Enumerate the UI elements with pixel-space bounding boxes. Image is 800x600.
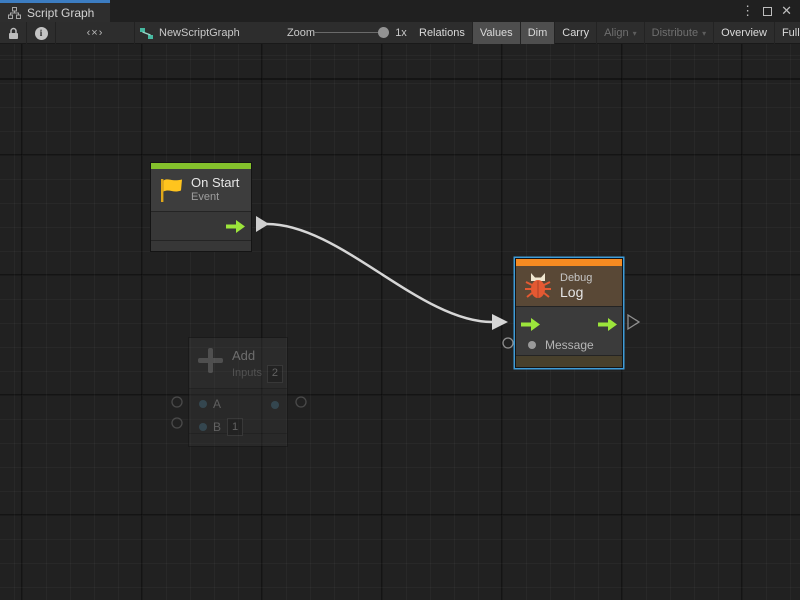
connection-start-arrow[interactable] [256,216,269,232]
window-menu-icon[interactable]: ⋮ [739,0,756,22]
inputs-count-field[interactable]: 2 [267,365,283,383]
connection-layer [0,44,800,600]
code-preview-button[interactable]: ‹×› [56,22,135,44]
align-dropdown[interactable]: Align ▾ [597,22,644,44]
carry-button[interactable]: Carry [555,22,597,44]
node-title: Log [560,284,592,300]
add-node[interactable]: Add Inputs 2 A B [188,337,288,447]
relations-button[interactable]: Relations [412,22,473,44]
lock-icon [8,27,19,40]
title-bar: Script Graph ⋮ ✕ [0,0,800,22]
toolbar-toggle-group: Relations Values Dim Carry Align ▾ Distr… [412,22,800,44]
port-b-dot[interactable] [199,423,207,431]
node-footer [151,240,251,251]
graph-name-breadcrumb[interactable]: NewScriptGraph [140,22,270,44]
close-icon[interactable]: ✕ [779,0,794,22]
chevron-down-icon: ▾ [633,29,637,38]
message-port-label: Message [545,338,594,352]
node-title: Add [232,347,283,365]
debug-log-node[interactable]: Debug Log Message [515,258,623,368]
graph-name-label: NewScriptGraph [159,27,240,39]
node-footer [516,355,622,367]
add-output-port[interactable] [296,397,306,407]
chevron-down-icon: ▾ [702,29,706,38]
script-graph-window: Script Graph ⋮ ✕ i ‹×› [0,0,800,600]
hierarchy-icon [8,7,21,19]
info-icon: i [35,27,48,40]
zoom-slider-track[interactable] [314,32,380,33]
flag-icon [159,177,183,204]
flow-output-arrow-icon[interactable] [598,318,617,331]
tab-title: Script Graph [27,6,94,20]
overview-button[interactable]: Overview [714,22,775,44]
bug-icon [524,273,552,299]
output-port-dot[interactable] [271,401,279,409]
node-title: On Start [191,176,239,191]
connection-end-arrow [492,314,508,330]
flow-connection-wire[interactable] [267,224,492,322]
maximize-icon[interactable] [763,7,772,16]
debug-message-input-port[interactable] [503,338,513,348]
lock-button[interactable] [0,22,27,44]
port-b-value-field[interactable]: 1 [227,418,243,436]
flow-input-arrow-icon[interactable] [521,318,540,331]
fullscreen-button[interactable]: Full S [775,22,800,44]
node-subtitle: Event [191,191,239,204]
inputs-label: Inputs [232,366,262,381]
debug-color-strip [516,259,622,266]
graph-toolbar: i ‹×› NewScriptGraph Zoom 1x Relations V… [0,22,800,44]
add-input-a-port[interactable] [172,397,182,407]
distribute-dropdown[interactable]: Distribute ▾ [645,22,714,44]
flow-output-arrow-icon[interactable] [226,220,245,233]
plus-icon [197,347,224,374]
zoom-value: 1x [390,22,412,44]
values-button[interactable]: Values [473,22,521,44]
zoom-label: Zoom [284,22,318,44]
dim-button[interactable]: Dim [521,22,556,44]
on-start-event-node[interactable]: On Start Event [150,162,252,252]
zoom-slider-knob[interactable] [378,27,389,38]
tab-script-graph[interactable]: Script Graph [0,0,110,22]
debug-flow-output-port[interactable] [628,315,639,329]
graph-canvas[interactable]: On Start Event [0,44,800,600]
port-b-label: B [213,420,221,434]
code-icon: ‹×› [87,27,104,39]
inspector-button[interactable]: i [27,22,56,44]
graph-asset-icon [140,28,153,39]
node-category: Debug [560,272,592,285]
add-input-b-port[interactable] [172,418,182,428]
message-port-dot[interactable] [528,341,536,349]
port-a-dot[interactable] [199,400,207,408]
port-a-label: A [213,397,221,411]
